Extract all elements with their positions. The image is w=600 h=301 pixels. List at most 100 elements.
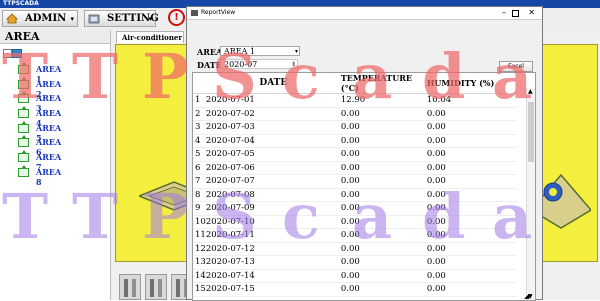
minimize-icon[interactable]: –: [502, 7, 506, 19]
table-row[interactable]: 14 2020-07-14 0.00 0.00: [193, 269, 517, 283]
row-index: 1: [193, 93, 206, 108]
alarm-icon[interactable]: !: [168, 9, 185, 26]
date-cell: 2020-07-03: [205, 120, 341, 135]
row-index: 11: [193, 228, 206, 243]
scroll-up-icon[interactable]: ▲: [528, 88, 533, 95]
resize-grip-icon[interactable]: ◢: [524, 292, 529, 300]
temperature-cell: 0.00: [340, 228, 427, 243]
index-column-header: [193, 73, 206, 94]
tab-air-conditioner[interactable]: Air-conditioner: [116, 31, 184, 43]
table-row[interactable]: 12 2020-07-12 0.00 0.00: [193, 242, 517, 256]
folder-icon: [12, 49, 22, 58]
humidity-cell: 0.00: [426, 242, 517, 256]
table-row[interactable]: 4 2020-07-04 0.00 0.00: [193, 134, 517, 148]
area-tree-header: AREA: [0, 30, 110, 44]
device-thumbnail[interactable]: [145, 274, 167, 300]
temperature-cell: 0.00: [340, 242, 427, 256]
humidity-cell: 0.00: [426, 147, 517, 162]
date-cell: 2020-07-06: [205, 161, 341, 175]
table-row[interactable]: 3 2020-07-03 0.00 0.00: [193, 120, 517, 135]
admin-menu-label: ADMIN: [25, 13, 67, 24]
temperature-cell: 0.00: [340, 134, 427, 148]
row-index: 10: [193, 215, 206, 229]
app-title: TTPSCADA: [3, 0, 39, 7]
temperature-cell: 0.00: [340, 201, 427, 216]
device-thumbnail[interactable]: [119, 274, 141, 300]
table-row[interactable]: 7 2020-07-07 0.00 0.00: [193, 174, 517, 189]
export-excel-button[interactable]: Excel: [499, 61, 533, 72]
humidity-cell: 0.00: [426, 201, 517, 216]
row-index: 14: [193, 269, 206, 283]
date-picker[interactable]: 2020-07 ⇕: [220, 59, 298, 69]
report-view-window: ReportView – ✕ AREA AREA 1 ▾ DATE 2020-0…: [186, 6, 543, 301]
temperature-cell: 0.00: [340, 147, 427, 162]
area-select-value: AREA 1: [224, 47, 256, 56]
humidity-cell: 0.00: [426, 107, 517, 121]
house-icon: [18, 62, 29, 74]
table-row[interactable]: 6 2020-07-06 0.00 0.00: [193, 161, 517, 175]
temperature-cell: 0.00: [340, 120, 427, 135]
close-icon[interactable]: ✕: [528, 7, 535, 19]
table-row[interactable]: 9 2020-07-09 0.00 0.00: [193, 201, 517, 216]
humidity-cell: 0.00: [426, 174, 517, 189]
window-app-icon: [191, 10, 198, 16]
admin-menu-button[interactable]: ADMIN ▾: [2, 10, 78, 27]
column-header-temperature[interactable]: TEMPERATURE (°C): [340, 73, 427, 94]
temperature-cell: 0.00: [340, 107, 427, 121]
table-row[interactable]: 8 2020-07-08 0.00 0.00: [193, 188, 517, 202]
column-header-humidity[interactable]: HUMIDITY (%): [426, 73, 517, 94]
date-cell: 2020-07-13: [205, 255, 341, 270]
row-index: 3: [193, 120, 206, 135]
date-cell: 2020-07-04: [205, 134, 341, 148]
tree-item-label: AREA 8: [36, 166, 62, 187]
column-header-date[interactable]: DATE: [205, 73, 341, 94]
maximize-icon[interactable]: [512, 10, 519, 17]
humidity-cell: 0.00: [426, 188, 517, 202]
date-picker-value: 2020-07: [224, 60, 258, 69]
chevron-down-icon: ▾: [148, 14, 152, 23]
table-row[interactable]: 10 2020-07-10 0.00 0.00: [193, 215, 517, 229]
table-header-row: DATE TEMPERATURE (°C) HUMIDITY (%): [193, 73, 517, 94]
table-row[interactable]: 1 2020-07-01 12.90 10.04: [193, 93, 517, 108]
temperature-cell: 12.90: [340, 93, 427, 108]
temperature-cell: 0.00: [340, 174, 427, 189]
temperature-cell: 0.00: [340, 282, 427, 297]
humidity-cell: 0.00: [426, 255, 517, 270]
date-cell: 2020-07-07: [205, 174, 341, 189]
house-icon: [18, 150, 29, 163]
table-row[interactable]: 11 2020-07-11 0.00 0.00: [193, 228, 517, 243]
row-index: 8: [193, 188, 206, 202]
house-icon: [18, 91, 29, 104]
humidity-cell: 10.04: [426, 93, 517, 108]
row-index: 2: [193, 107, 206, 121]
row-index: 5: [193, 147, 206, 162]
temperature-cell: 0.00: [340, 188, 427, 202]
scroll-thumb[interactable]: [528, 102, 534, 162]
row-index: 15: [193, 282, 206, 297]
row-index: 7: [193, 174, 206, 189]
table-row[interactable]: 13 2020-07-13 0.00 0.00: [193, 255, 517, 270]
date-cell: 2020-07-12: [205, 242, 341, 256]
settings-icon: [88, 14, 100, 24]
table-row[interactable]: 2 2020-07-02 0.00 0.00: [193, 107, 517, 121]
date-filter-label: DATE: [197, 60, 222, 70]
setting-menu-button[interactable]: SETTING ▾: [84, 10, 159, 27]
humidity-cell: 0.00: [426, 269, 517, 283]
row-index: 13: [193, 255, 206, 270]
report-window-title: ReportView: [201, 9, 236, 16]
row-index: 6: [193, 161, 206, 175]
temperature-cell: 0.00: [340, 255, 427, 270]
report-data-grid: DATE TEMPERATURE (°C) HUMIDITY (%) 1 2020…: [192, 72, 536, 301]
date-cell: 2020-07-15: [205, 282, 341, 297]
temperature-cell: 0.00: [340, 269, 427, 283]
humidity-cell: 0.00: [426, 161, 517, 175]
table-row[interactable]: 15 2020-07-15 0.00 0.00: [193, 282, 517, 297]
home-icon: [6, 13, 18, 24]
house-icon: [18, 106, 29, 119]
grid-vertical-scrollbar[interactable]: ▲ ▼: [526, 88, 535, 300]
area-select[interactable]: AREA 1 ▾: [220, 46, 300, 56]
humidity-cell: 0.00: [426, 282, 517, 297]
house-icon: [18, 164, 29, 177]
expand-icon[interactable]: -: [3, 49, 12, 58]
table-row[interactable]: 5 2020-07-05 0.00 0.00: [193, 147, 517, 162]
